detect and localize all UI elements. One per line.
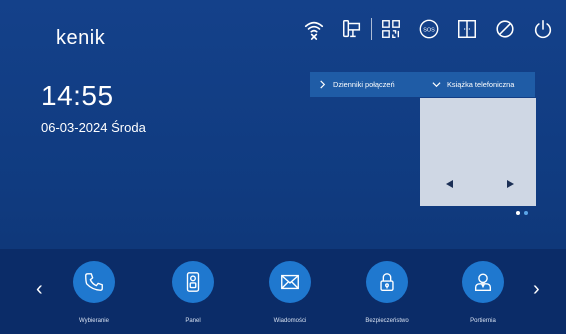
chevron-right-icon xyxy=(320,80,326,89)
dock-prev-button[interactable]: ‹ xyxy=(36,278,43,301)
door-bell-icon[interactable] xyxy=(341,18,363,40)
wifi-off-icon[interactable] xyxy=(303,18,325,40)
preview-prev-button[interactable] xyxy=(446,180,453,188)
split-door-icon[interactable] xyxy=(456,18,478,40)
app-concierge-label: Portiernia xyxy=(470,318,496,324)
clock-time: 14:55 xyxy=(41,80,114,111)
pager-dot-active[interactable] xyxy=(516,211,520,215)
app-security[interactable]: Bezpieczeństwo xyxy=(351,261,423,324)
status-bar: SOS xyxy=(303,18,554,40)
power-icon[interactable] xyxy=(532,18,554,40)
home-screen: kenik SOS 14:55 06-03-2024 Środa Dzienni… xyxy=(0,0,566,334)
sos-icon[interactable]: SOS xyxy=(418,18,440,40)
qr-code-icon[interactable] xyxy=(380,18,402,40)
tab-call-log-label: Dzienniki połączeń xyxy=(333,80,395,89)
concierge-icon xyxy=(462,261,504,303)
app-messages[interactable]: Wiadomości xyxy=(254,261,326,324)
pager-dot[interactable] xyxy=(524,211,528,215)
panel-preview xyxy=(420,98,536,206)
app-dialing[interactable]: Wybieranie xyxy=(58,261,130,324)
app-panel[interactable]: Panel xyxy=(157,261,229,324)
intercom-panel-icon xyxy=(172,261,214,303)
phone-icon xyxy=(73,261,115,303)
svg-text:SOS: SOS xyxy=(423,27,435,33)
status-divider xyxy=(371,18,372,40)
tab-call-log[interactable]: Dzienniki połączeń xyxy=(310,80,422,89)
tab-phonebook[interactable]: Książka telefoniczna xyxy=(422,80,514,89)
app-concierge[interactable]: Portiernia xyxy=(447,261,519,324)
app-security-label: Bezpieczeństwo xyxy=(365,318,409,324)
do-not-disturb-icon[interactable] xyxy=(494,18,516,40)
chevron-down-icon xyxy=(432,82,441,88)
preview-next-button[interactable] xyxy=(507,180,514,188)
tab-phonebook-label: Książka telefoniczna xyxy=(447,80,515,89)
pager-dots xyxy=(516,211,528,215)
padlock-icon xyxy=(366,261,408,303)
panel-tabs: Dzienniki połączeń Książka telefoniczna xyxy=(310,72,535,97)
brand-logo: kenik xyxy=(56,27,106,49)
app-dialing-label: Wybieranie xyxy=(79,318,109,324)
clock-date: 06-03-2024 Środa xyxy=(41,120,146,135)
app-messages-label: Wiadomości xyxy=(273,318,307,324)
dock-next-button[interactable]: › xyxy=(533,278,540,301)
envelope-icon xyxy=(269,261,311,303)
app-panel-label: Panel xyxy=(185,318,201,324)
